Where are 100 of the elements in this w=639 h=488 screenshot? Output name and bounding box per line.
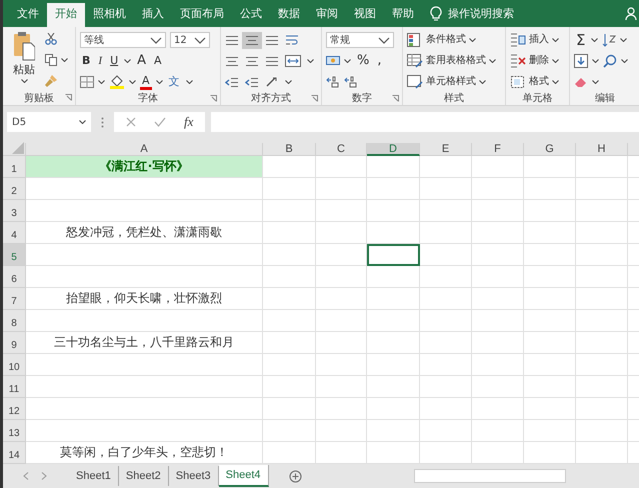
autosum-button[interactable]: Σ xyxy=(574,32,588,48)
caret-icon[interactable] xyxy=(552,38,559,42)
format-cells-icon[interactable] xyxy=(510,75,526,89)
cell-style-icon[interactable] xyxy=(407,75,423,89)
caret-icon[interactable] xyxy=(489,59,496,63)
conditional-format-icon[interactable] xyxy=(407,33,423,47)
row-header[interactable]: 12 xyxy=(3,398,26,420)
ribbon-tab[interactable]: 页面布局 xyxy=(172,3,232,27)
caret-icon[interactable] xyxy=(552,59,559,63)
merge-cells-icon[interactable] xyxy=(285,55,301,67)
column-header[interactable]: C xyxy=(316,143,367,156)
ribbon-tab[interactable]: 插入 xyxy=(134,3,172,27)
dialog-launcher-icon[interactable] xyxy=(65,94,72,101)
ribbon-tab[interactable]: 数据 xyxy=(270,3,308,27)
shrink-font-button[interactable]: A xyxy=(152,53,164,69)
row-header[interactable]: 3 xyxy=(3,200,26,222)
add-sheet-icon[interactable] xyxy=(288,470,302,482)
font-name-dropdown[interactable]: 等线 xyxy=(80,32,166,48)
copy-icon[interactable] xyxy=(45,54,57,66)
caret-icon[interactable] xyxy=(98,80,105,84)
caret-icon[interactable] xyxy=(592,59,599,63)
dialog-launcher-icon[interactable] xyxy=(311,95,318,102)
ribbon-tab[interactable]: 开始 xyxy=(47,3,85,27)
font-color-button[interactable]: A xyxy=(140,74,152,90)
ribbon-tab[interactable]: 文件 xyxy=(9,3,47,27)
ribbon-tab[interactable]: 审阅 xyxy=(308,3,346,27)
row-header[interactable]: 4 xyxy=(3,222,26,244)
row-header[interactable]: 5 xyxy=(3,244,26,266)
ribbon-tab[interactable]: 帮助 xyxy=(384,3,422,27)
delete-cells-icon[interactable] xyxy=(510,54,526,68)
fill-bucket-icon[interactable] xyxy=(109,75,125,89)
increase-decimal-icon[interactable] xyxy=(326,76,340,88)
underline-button[interactable]: U xyxy=(108,53,120,69)
chevron-down-icon[interactable] xyxy=(378,36,390,44)
caret-icon[interactable] xyxy=(124,59,132,63)
styles-menu-button[interactable]: 套用表格格式 xyxy=(425,53,487,69)
percent-button[interactable]: % xyxy=(355,53,372,69)
caret-icon[interactable] xyxy=(79,120,86,124)
row-header[interactable]: 9 xyxy=(3,332,26,354)
italic-button[interactable]: I xyxy=(96,53,104,69)
caret-icon[interactable] xyxy=(620,38,628,42)
sheet-tab[interactable]: Sheet4 xyxy=(218,465,268,487)
column-header[interactable]: D xyxy=(367,143,420,156)
table-format-icon[interactable] xyxy=(407,54,423,68)
chevron-down-icon[interactable] xyxy=(150,36,162,44)
grow-font-button[interactable]: A xyxy=(135,53,148,69)
cells-menu-button[interactable]: 删除 xyxy=(528,53,550,69)
person-icon[interactable] xyxy=(625,7,637,21)
check-icon[interactable] xyxy=(154,117,166,127)
dialog-launcher-icon[interactable] xyxy=(210,95,217,102)
column-header[interactable]: H xyxy=(576,143,628,156)
dialog-launcher-icon[interactable] xyxy=(392,95,399,102)
decrease-indent-icon[interactable] xyxy=(225,76,239,88)
formula-input[interactable] xyxy=(211,112,639,132)
row-header[interactable]: 1 xyxy=(3,156,26,178)
caret-icon[interactable] xyxy=(479,80,486,84)
column-header[interactable]: A xyxy=(26,143,263,156)
caret-icon[interactable] xyxy=(621,59,628,63)
ribbon-tab[interactable]: 视图 xyxy=(346,3,384,27)
caret-icon[interactable] xyxy=(61,58,68,62)
caret-icon[interactable] xyxy=(129,80,136,84)
column-header[interactable]: F xyxy=(472,143,524,156)
orientation-icon[interactable] xyxy=(265,76,279,88)
borders-icon[interactable] xyxy=(80,76,94,88)
row-header[interactable]: 10 xyxy=(3,354,26,376)
caret-icon[interactable] xyxy=(344,59,351,63)
align-right-icon[interactable] xyxy=(265,56,279,66)
ribbon-tab[interactable]: 照相机 xyxy=(85,3,134,27)
align-bottom-icon[interactable] xyxy=(265,34,279,46)
insert-function-button[interactable]: fx xyxy=(184,114,194,130)
tell-me-search[interactable]: 操作说明搜索 xyxy=(448,3,514,27)
caret-icon[interactable] xyxy=(186,80,193,84)
caret-icon[interactable] xyxy=(469,38,476,42)
decrease-decimal-icon[interactable] xyxy=(344,76,358,88)
font-size-dropdown[interactable]: 12 xyxy=(170,32,210,48)
caret-icon[interactable] xyxy=(552,80,559,84)
caret-icon[interactable] xyxy=(591,38,598,42)
paste-button[interactable]: 粘贴 xyxy=(11,62,37,78)
name-box[interactable]: D5 xyxy=(7,112,91,132)
cells-menu-button[interactable]: 插入 xyxy=(528,32,550,48)
number-format-dropdown[interactable]: 常规 xyxy=(326,32,394,48)
search-icon[interactable] xyxy=(603,54,617,68)
caret-icon[interactable] xyxy=(285,80,292,84)
row-header[interactable]: 8 xyxy=(3,310,26,332)
styles-menu-button[interactable]: 条件格式 xyxy=(425,32,467,48)
caret-icon[interactable] xyxy=(156,80,163,84)
row-header[interactable]: 6 xyxy=(3,266,26,288)
fill-down-icon[interactable] xyxy=(574,54,588,68)
cells-menu-button[interactable]: 格式 xyxy=(528,74,550,90)
insert-cells-icon[interactable] xyxy=(510,33,526,47)
wrap-text-icon[interactable] xyxy=(285,34,299,46)
horizontal-scrollbar[interactable] xyxy=(414,469,566,483)
align-top-icon[interactable] xyxy=(225,34,239,46)
bold-button[interactable]: B xyxy=(80,53,92,69)
scissors-icon[interactable] xyxy=(45,33,57,45)
caret-icon[interactable] xyxy=(592,80,599,84)
row-header[interactable]: 2 xyxy=(3,178,26,200)
chevron-down-icon[interactable] xyxy=(194,36,206,44)
sheet-tab[interactable]: Sheet1 xyxy=(69,466,119,486)
caret-icon[interactable] xyxy=(20,79,28,83)
